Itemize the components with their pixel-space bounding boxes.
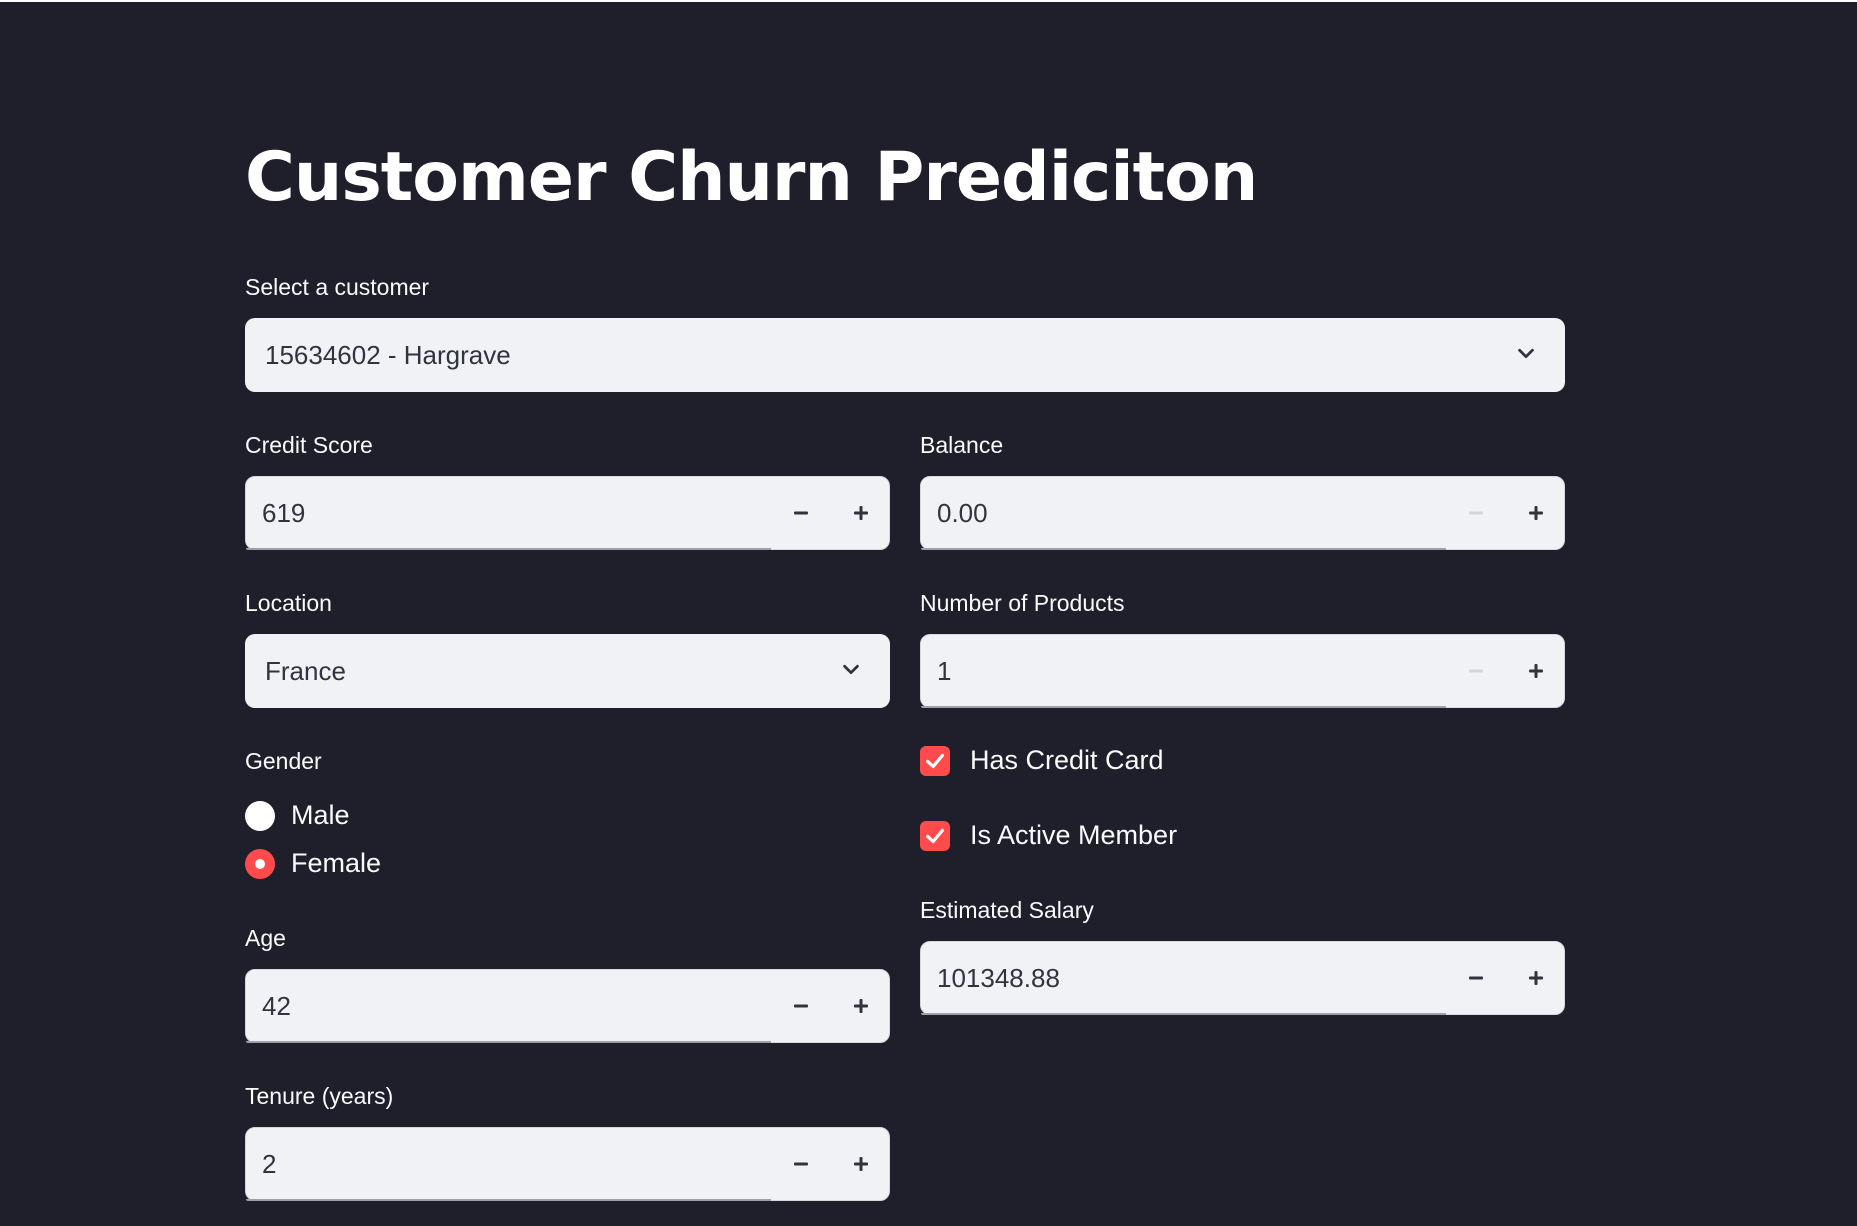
input-underline bbox=[246, 1199, 771, 1201]
plus-icon bbox=[1529, 664, 1543, 678]
input-underline bbox=[246, 1041, 771, 1043]
age-value: 42 bbox=[262, 991, 291, 1021]
minus-icon bbox=[1469, 511, 1483, 515]
estimated-salary-label: Estimated Salary bbox=[920, 897, 1094, 923]
tenure-decrement-button[interactable] bbox=[771, 1128, 831, 1200]
minus-icon bbox=[1469, 976, 1483, 980]
estimated-salary-value: 101348.88 bbox=[937, 963, 1060, 993]
checkbox-checked-icon bbox=[920, 745, 950, 776]
page-title: Customer Churn Prediciton bbox=[245, 138, 1258, 217]
gender-label: Gender bbox=[245, 748, 322, 774]
num-products-label: Number of Products bbox=[920, 590, 1125, 616]
location-label: Location bbox=[245, 590, 332, 616]
num-products-increment-button[interactable] bbox=[1506, 635, 1566, 707]
credit-score-increment-button[interactable] bbox=[831, 477, 891, 549]
minus-icon bbox=[1469, 669, 1483, 673]
plus-icon bbox=[854, 1157, 868, 1171]
credit-score-decrement-button[interactable] bbox=[771, 477, 831, 549]
has-credit-card-checkbox[interactable]: Has Credit Card bbox=[920, 745, 1164, 776]
minus-icon bbox=[794, 1004, 808, 1008]
num-products-decrement-button[interactable] bbox=[1446, 635, 1506, 707]
credit-score-input[interactable]: 619 bbox=[245, 476, 890, 550]
location-select[interactable]: France bbox=[245, 634, 890, 708]
is-active-member-checkbox[interactable]: Is Active Member bbox=[920, 820, 1177, 851]
plus-icon bbox=[854, 506, 868, 520]
age-label: Age bbox=[245, 925, 286, 951]
plus-icon bbox=[854, 999, 868, 1013]
customer-select-value: 15634602 - Hargrave bbox=[265, 339, 511, 370]
age-input[interactable]: 42 bbox=[245, 969, 890, 1043]
minus-icon bbox=[794, 511, 808, 515]
minus-icon bbox=[794, 1162, 808, 1166]
gender-option-label: Female bbox=[291, 848, 382, 878]
age-increment-button[interactable] bbox=[831, 970, 891, 1042]
balance-label: Balance bbox=[920, 432, 1004, 458]
gender-option-male[interactable]: Male bbox=[245, 800, 350, 831]
tenure-label: Tenure (years) bbox=[245, 1083, 394, 1109]
chevron-down-icon bbox=[1518, 348, 1534, 359]
plus-icon bbox=[1529, 971, 1543, 985]
location-select-value: France bbox=[265, 655, 346, 686]
input-underline bbox=[921, 1013, 1446, 1015]
checkbox-checked-icon bbox=[920, 820, 950, 851]
balance-value: 0.00 bbox=[937, 498, 988, 528]
credit-score-value: 619 bbox=[262, 498, 306, 528]
is-active-member-label: Is Active Member bbox=[970, 820, 1178, 850]
plus-icon bbox=[1529, 506, 1543, 520]
estimated-salary-input[interactable]: 101348.88 bbox=[920, 941, 1565, 1015]
num-products-value: 1 bbox=[937, 656, 952, 686]
customer-select[interactable]: 15634602 - Hargrave bbox=[245, 318, 1565, 392]
input-underline bbox=[921, 548, 1446, 550]
radio-unchecked-icon bbox=[245, 800, 275, 831]
balance-decrement-button[interactable] bbox=[1446, 477, 1506, 549]
gender-option-female[interactable]: Female bbox=[245, 848, 381, 879]
tenure-increment-button[interactable] bbox=[831, 1128, 891, 1200]
chevron-down-icon bbox=[843, 664, 859, 675]
tenure-input[interactable]: 2 bbox=[245, 1127, 890, 1201]
gender-option-label: Male bbox=[291, 800, 350, 830]
estimated-salary-decrement-button[interactable] bbox=[1446, 942, 1506, 1014]
input-underline bbox=[246, 548, 771, 550]
balance-increment-button[interactable] bbox=[1506, 477, 1566, 549]
age-decrement-button[interactable] bbox=[771, 970, 831, 1042]
app-main: Customer Churn Prediciton Select a custo… bbox=[0, 0, 1857, 1226]
customer-select-label: Select a customer bbox=[245, 274, 430, 300]
tenure-value: 2 bbox=[262, 1149, 277, 1179]
has-credit-card-label: Has Credit Card bbox=[970, 745, 1164, 775]
estimated-salary-increment-button[interactable] bbox=[1506, 942, 1566, 1014]
credit-score-label: Credit Score bbox=[245, 432, 373, 458]
input-underline bbox=[921, 706, 1446, 708]
balance-input[interactable]: 0.00 bbox=[920, 476, 1565, 550]
num-products-input[interactable]: 1 bbox=[920, 634, 1565, 708]
radio-checked-icon bbox=[245, 848, 275, 879]
